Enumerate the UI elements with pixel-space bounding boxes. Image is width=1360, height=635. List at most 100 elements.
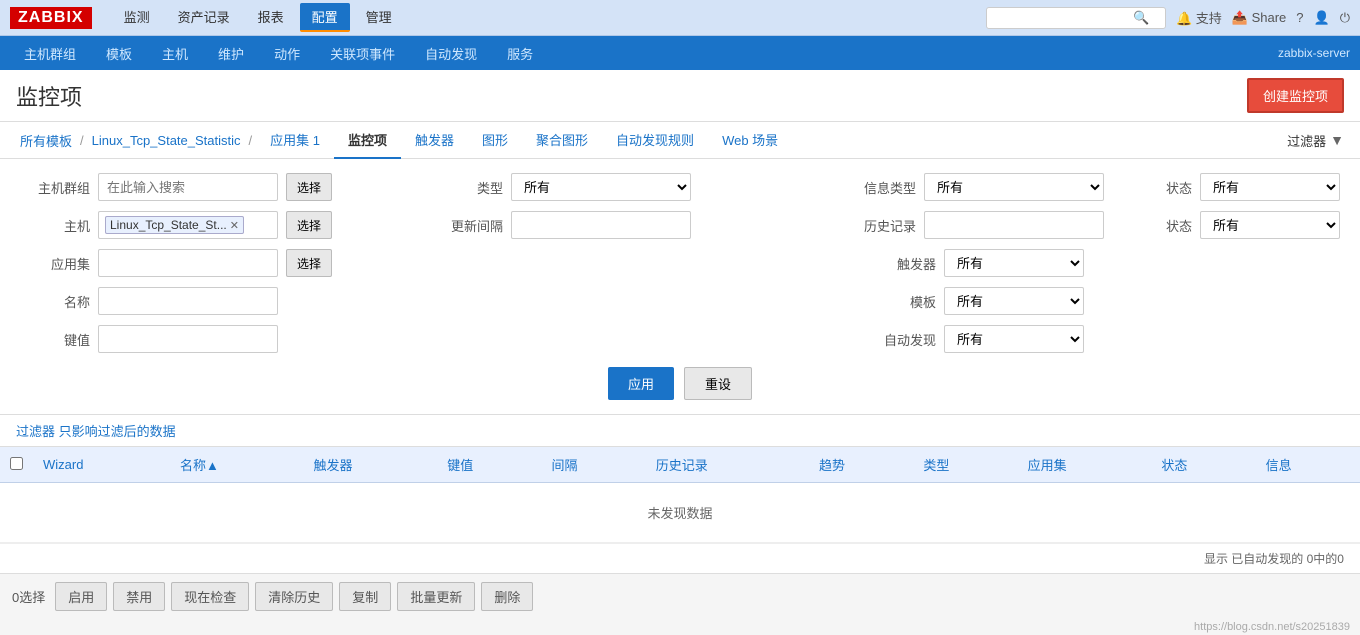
- nav-reports[interactable]: 报表: [246, 3, 296, 32]
- filter-info-text: 过滤器 只影响过滤后的数据: [16, 424, 176, 439]
- items-table: Wizard 名称▲ 触发器 键值 间隔 历史记录 趋势 类型 应用集 状态 信…: [0, 447, 1360, 543]
- infotype-select[interactable]: 所有: [924, 173, 1104, 201]
- user-icon[interactable]: 👤: [1314, 10, 1330, 26]
- name-input[interactable]: [98, 287, 278, 315]
- appset-select-btn[interactable]: 选择: [286, 249, 332, 277]
- filter-row-discovery: 自动发现 所有: [846, 325, 1340, 353]
- btn-delete[interactable]: 删除: [481, 582, 533, 611]
- top-nav-right: 🔍 🔔 支持 📤 Share ? 👤 ⏻: [986, 7, 1350, 29]
- history-input[interactable]: [924, 211, 1104, 239]
- help-icon[interactable]: ?: [1296, 10, 1303, 25]
- support-link[interactable]: 🔔 支持: [1176, 8, 1222, 27]
- btn-disable[interactable]: 禁用: [113, 582, 165, 611]
- subnav-actions[interactable]: 动作: [260, 40, 314, 67]
- host-tag-close[interactable]: ✕: [230, 219, 239, 232]
- top-navigation: ZABBIX 监测 资产记录 报表 配置 管理 🔍 🔔 支持 📤 Share ?…: [0, 0, 1360, 36]
- btn-copy[interactable]: 复制: [339, 582, 391, 611]
- subnav-hosts[interactable]: 主机: [148, 40, 202, 67]
- power-icon[interactable]: ⏻: [1340, 10, 1350, 26]
- discovery-label: 自动发现: [846, 330, 936, 349]
- url-bar: https://blog.csdn.net/s20251839: [0, 619, 1360, 635]
- search-icon: 🔍: [1133, 10, 1149, 26]
- server-name: zabbix-server: [1278, 46, 1350, 60]
- discovery-select[interactable]: 所有: [944, 325, 1084, 353]
- sub-navigation: 主机群组 模板 主机 维护 动作 关联项事件 自动发现 服务 zabbix-se…: [0, 36, 1360, 70]
- subnav-corr-events[interactable]: 关联项事件: [316, 40, 409, 67]
- breadcrumb-template-name[interactable]: Linux_Tcp_State_Statistic: [88, 133, 245, 148]
- host-tag: Linux_Tcp_State_St... ✕: [105, 216, 244, 234]
- breadcrumb-all-templates[interactable]: 所有模板: [16, 131, 76, 150]
- btn-check-now[interactable]: 现在检查: [171, 582, 249, 611]
- appset-input[interactable]: [98, 249, 278, 277]
- top-nav-links: 监测 资产记录 报表 配置 管理: [112, 3, 986, 32]
- apply-button[interactable]: 应用: [608, 367, 674, 400]
- filter-row-empty1: [433, 249, 826, 277]
- template-select[interactable]: 所有: [944, 287, 1084, 315]
- hostgroup-input[interactable]: [98, 173, 278, 201]
- filter-row-type: 类型 所有: [433, 173, 826, 201]
- reset-button[interactable]: 重设: [684, 367, 752, 400]
- btn-enable[interactable]: 启用: [55, 582, 107, 611]
- page-title: 监控项: [16, 80, 82, 112]
- status-select2[interactable]: 所有: [1200, 211, 1340, 239]
- col-info: 信息: [1256, 447, 1360, 483]
- search-input[interactable]: [993, 11, 1133, 25]
- subnav-host-groups[interactable]: 主机群组: [10, 40, 90, 67]
- table-row-no-data: 未发现数据: [0, 483, 1360, 543]
- nav-config[interactable]: 配置: [300, 3, 350, 32]
- tab-discovery-rules[interactable]: 自动发现规则: [602, 122, 708, 159]
- filter-toggle[interactable]: 过滤器 ▼: [1287, 131, 1344, 150]
- filter-row-name: 名称: [20, 287, 413, 315]
- history-label: 历史记录: [846, 216, 916, 235]
- filter-row-template: 模板 所有: [846, 287, 1340, 315]
- filter-row-key: 键值: [20, 325, 413, 353]
- tab-agg-graphs[interactable]: 聚合图形: [522, 122, 602, 159]
- subnav-maintenance[interactable]: 维护: [204, 40, 258, 67]
- table-footer: 显示 已自动发现的 0中的0: [0, 543, 1360, 573]
- hostgroup-select-btn[interactable]: 选择: [286, 173, 332, 201]
- search-box[interactable]: 🔍: [986, 7, 1166, 29]
- breadcrumb-bar: 所有模板 / Linux_Tcp_State_Statistic / 应用集 1…: [0, 122, 1360, 159]
- create-item-button[interactable]: 创建监控项: [1247, 78, 1344, 113]
- col-name[interactable]: 名称▲: [170, 447, 303, 483]
- filter-row-history: 历史记录 状态 所有: [846, 211, 1340, 239]
- tab-items[interactable]: 监控项: [334, 122, 401, 159]
- btn-clear-history[interactable]: 清除历史: [255, 582, 333, 611]
- name-label: 名称: [20, 292, 90, 311]
- col-wizard: Wizard: [33, 447, 170, 483]
- hostgroup-label: 主机群组: [20, 178, 90, 197]
- col-history: 历史记录: [646, 447, 809, 483]
- host-select-btn[interactable]: 选择: [286, 211, 332, 239]
- tab-triggers[interactable]: 触发器: [401, 122, 468, 159]
- zabbix-logo: ZABBIX: [10, 7, 92, 29]
- nav-assets[interactable]: 资产记录: [166, 3, 242, 32]
- select-all-checkbox[interactable]: [10, 457, 23, 470]
- tab-web-scenarios[interactable]: Web 场景: [708, 122, 792, 159]
- host-tag-input[interactable]: Linux_Tcp_State_St... ✕: [98, 211, 278, 239]
- status-select1[interactable]: 所有: [1200, 173, 1340, 201]
- btn-mass-update[interactable]: 批量更新: [397, 582, 475, 611]
- breadcrumb-sep1: /: [76, 133, 88, 148]
- host-label: 主机: [20, 216, 90, 235]
- col-type: 类型: [913, 447, 1017, 483]
- tab-graphs[interactable]: 图形: [468, 122, 522, 159]
- col-checkbox: [0, 447, 33, 483]
- type-select[interactable]: 所有: [511, 173, 691, 201]
- trigger-select[interactable]: 所有: [944, 249, 1084, 277]
- url-text: https://blog.csdn.net/s20251839: [1194, 621, 1350, 633]
- subnav-templates[interactable]: 模板: [92, 40, 146, 67]
- key-label: 键值: [20, 330, 90, 349]
- status-label2: 状态: [1122, 216, 1192, 235]
- subnav-services[interactable]: 服务: [493, 40, 547, 67]
- breadcrumb: 所有模板 / Linux_Tcp_State_Statistic / 应用集 1…: [16, 122, 792, 158]
- nav-monitor[interactable]: 监测: [112, 3, 162, 32]
- col-appset: 应用集: [1018, 447, 1152, 483]
- share-link[interactable]: 📤 Share: [1232, 10, 1287, 26]
- key-input[interactable]: [98, 325, 278, 353]
- subnav-discovery[interactable]: 自动发现: [411, 40, 491, 67]
- no-data-text: 未发现数据: [0, 483, 1360, 543]
- nav-manage[interactable]: 管理: [354, 3, 404, 32]
- tab-appsets[interactable]: 应用集 1: [256, 122, 334, 159]
- filter-row-appset: 应用集 选择: [20, 249, 413, 277]
- update-interval-input[interactable]: [511, 211, 691, 239]
